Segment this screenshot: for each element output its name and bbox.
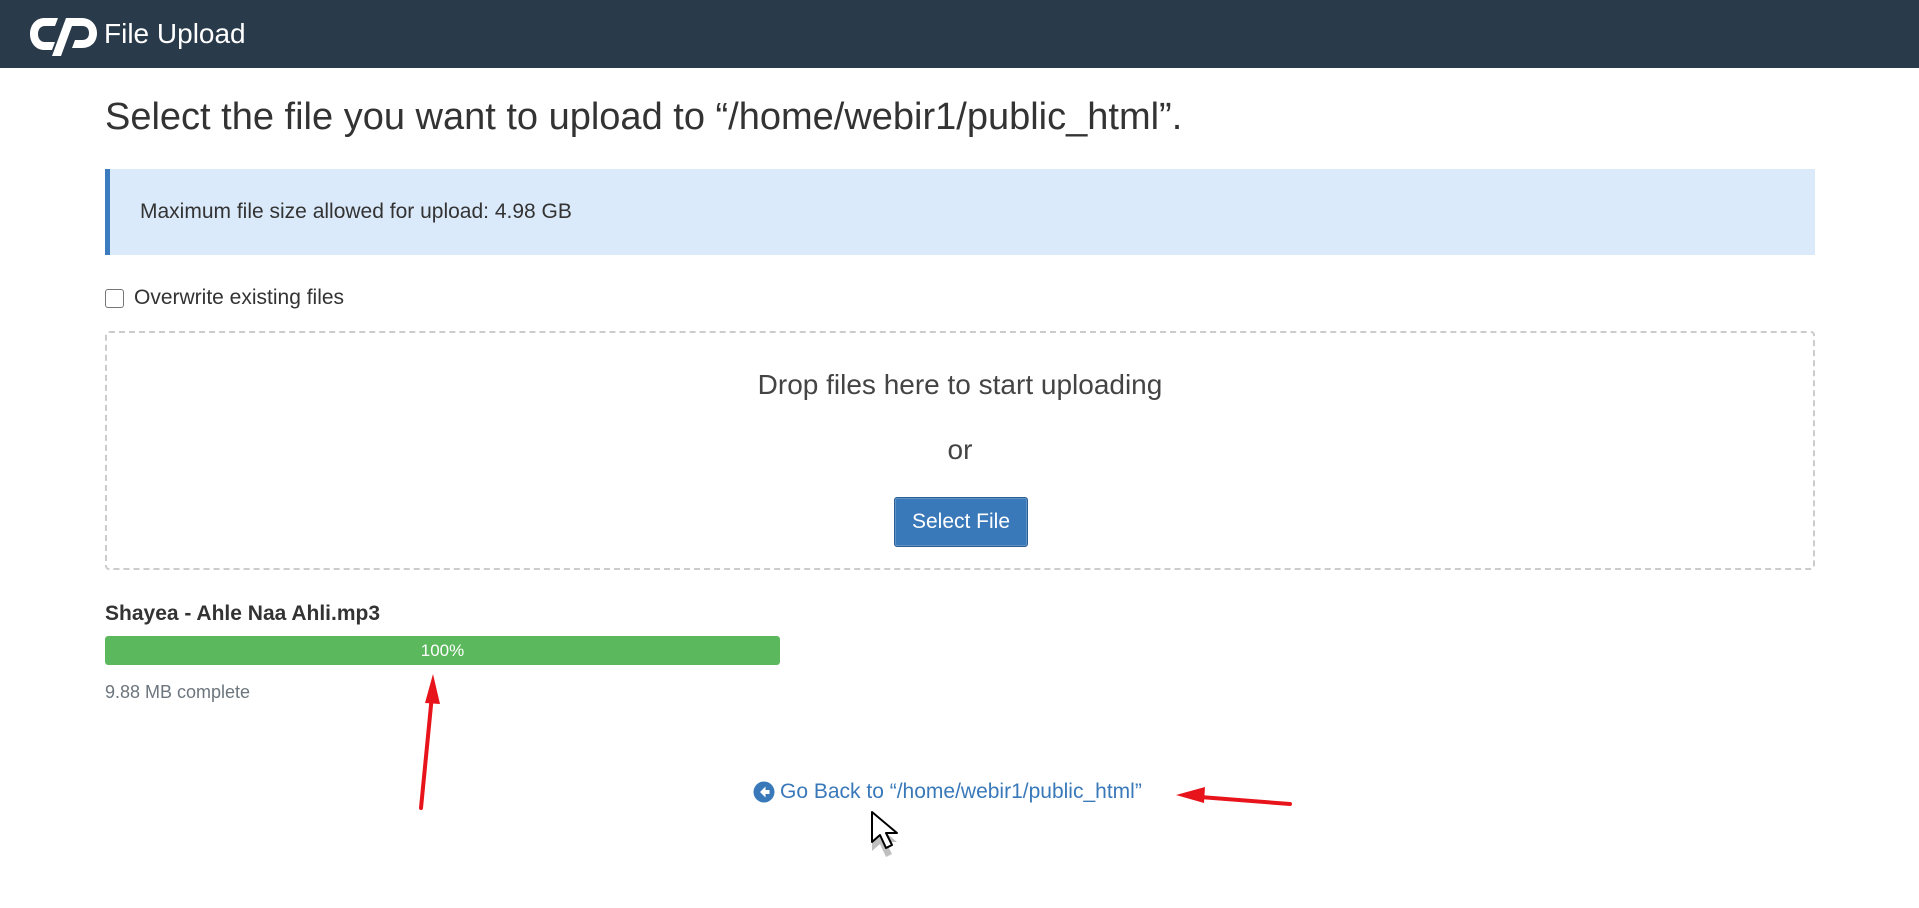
uploaded-file-name: Shayea - Ahle Naa Ahli.mp3 xyxy=(105,602,381,625)
page-title: Select the file you want to upload to “/… xyxy=(105,96,1183,138)
annotation-arrow-go-back xyxy=(1176,787,1292,806)
go-back-link[interactable]: Go Back to “/home/webir1/public_html” xyxy=(753,780,1142,804)
upload-progress-fill: 100% xyxy=(105,636,780,665)
max-size-info-alert: Maximum file size allowed for upload: 4.… xyxy=(105,169,1815,255)
mouse-cursor-icon xyxy=(871,811,898,857)
drop-zone-or-text: or xyxy=(947,434,973,465)
overwrite-option[interactable]: Overwrite existing files xyxy=(105,286,344,310)
arrow-circle-left-icon xyxy=(753,781,775,803)
top-bar: File Upload xyxy=(0,0,1919,68)
upload-progress-label: 100% xyxy=(420,640,465,660)
max-size-info-text: Maximum file size allowed for upload: 4.… xyxy=(140,200,572,223)
overwrite-checkbox[interactable] xyxy=(105,288,124,308)
select-file-button[interactable]: Select File xyxy=(894,497,1028,547)
upload-status-text: 9.88 MB complete xyxy=(105,682,251,702)
cpanel-logo-icon[interactable] xyxy=(28,10,100,58)
go-back-label: Go Back to “/home/webir1/public_html” xyxy=(780,780,1142,803)
upload-progress-bar: 100% xyxy=(105,636,780,665)
drop-zone-text: Drop files here to start uploading xyxy=(757,369,1163,400)
overwrite-label: Overwrite existing files xyxy=(134,286,345,309)
annotation-arrow-progress xyxy=(419,674,440,810)
file-drop-zone[interactable]: Drop files here to start uploading or Se… xyxy=(105,331,1815,570)
app-title: File Upload xyxy=(104,18,246,49)
